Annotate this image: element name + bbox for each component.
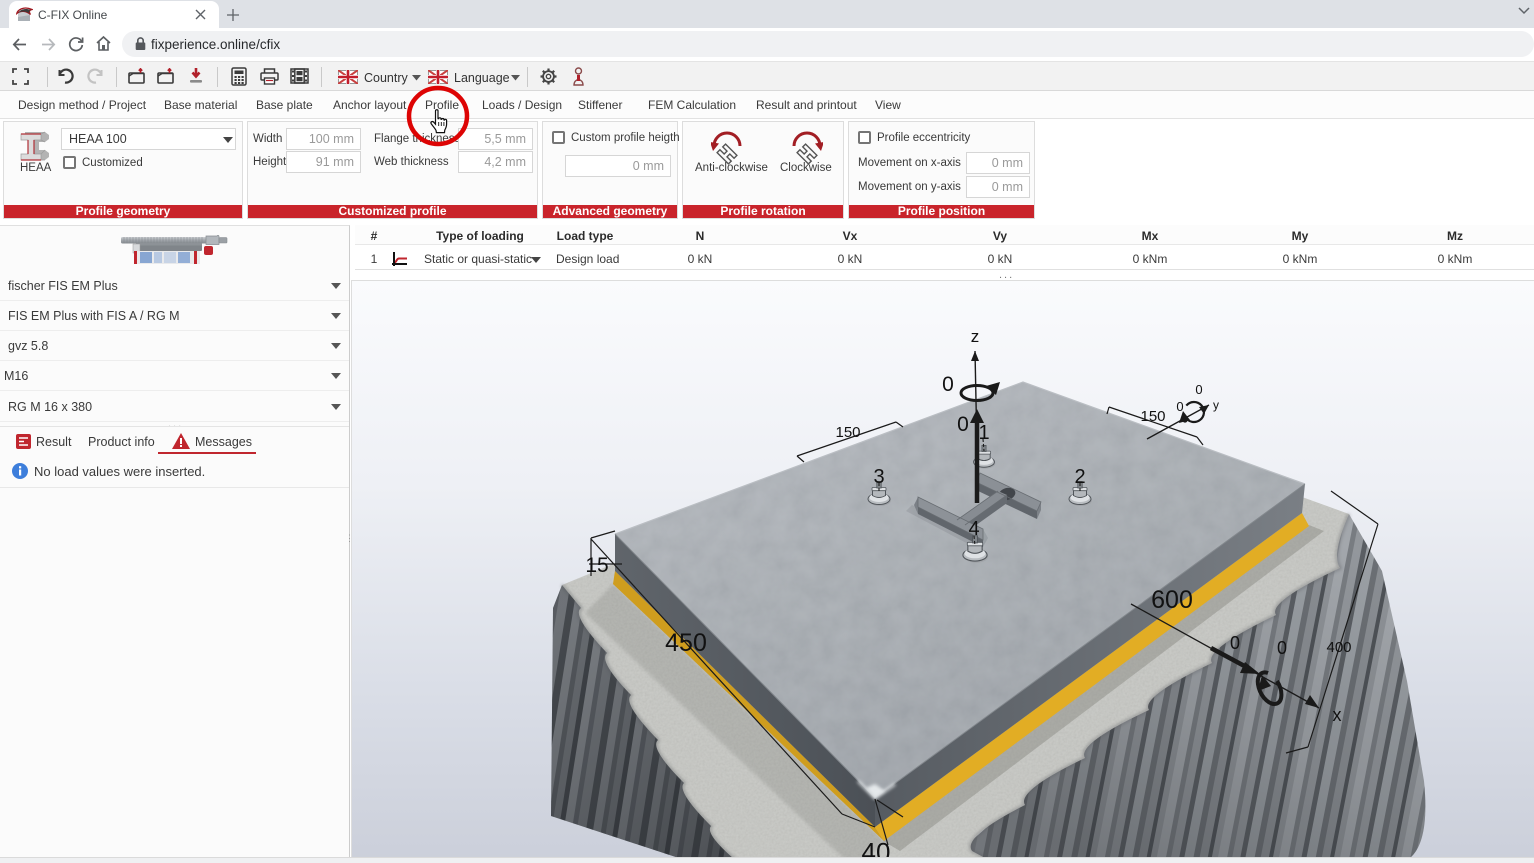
svg-text:400: 400: [1326, 639, 1351, 656]
svg-text:0: 0: [1195, 382, 1202, 397]
svg-text:0: 0: [1277, 638, 1287, 658]
svg-text:150: 150: [1140, 408, 1165, 425]
svg-text:2: 2: [1074, 466, 1085, 488]
svg-text:450: 450: [665, 629, 707, 657]
svg-text:0: 0: [957, 413, 969, 436]
svg-text:150: 150: [835, 424, 860, 441]
svg-text:y: y: [1213, 398, 1219, 412]
svg-text:x: x: [1333, 705, 1342, 725]
svg-text:4: 4: [968, 518, 979, 540]
svg-text:600: 600: [1151, 586, 1193, 614]
svg-text:z: z: [971, 327, 980, 346]
svg-text:0: 0: [942, 373, 954, 396]
svg-text:0: 0: [1176, 399, 1183, 414]
svg-text:0: 0: [1230, 633, 1240, 653]
svg-text:1: 1: [978, 422, 989, 444]
svg-text:15: 15: [585, 554, 608, 577]
svg-text:3: 3: [873, 466, 884, 488]
